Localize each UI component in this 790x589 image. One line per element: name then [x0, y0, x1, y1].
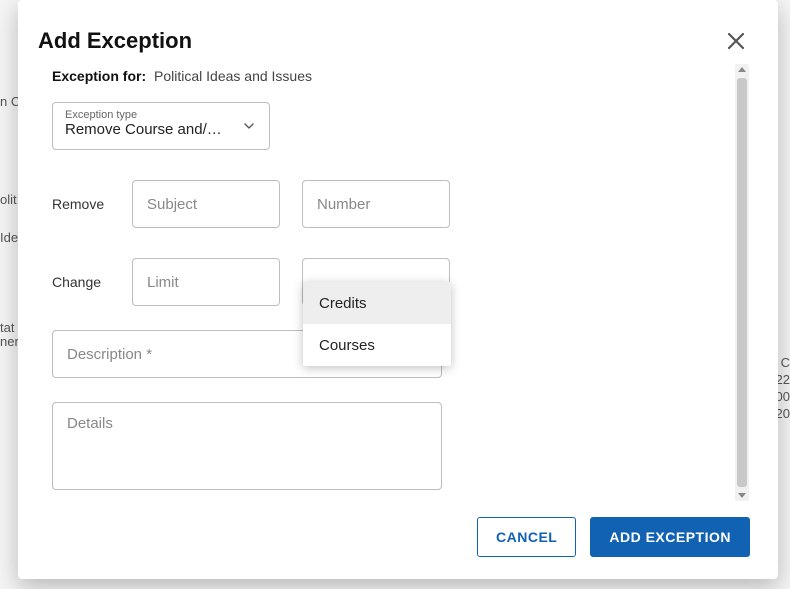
modal-body-wrap: Exception for: Political Ideas and Issue…: [18, 62, 778, 503]
exception-type-value: Remove Course and/…: [65, 121, 229, 138]
exception-for-value: Political Ideas and Issues: [154, 68, 312, 84]
bg-fragment: tat: [0, 320, 14, 335]
bg-fragment: ner: [0, 334, 19, 349]
bg-fragment: olit: [0, 192, 17, 207]
scrollbar[interactable]: [735, 64, 749, 501]
exception-type-select[interactable]: Exception type Remove Course and/…: [52, 102, 270, 150]
number-placeholder: Number: [317, 196, 370, 213]
modal-footer: Cancel Add Exception: [18, 503, 778, 579]
cancel-button[interactable]: Cancel: [477, 517, 576, 557]
dropdown-option-courses[interactable]: Courses: [303, 324, 451, 366]
remove-row: Remove Subject Number: [52, 180, 732, 228]
add-exception-button[interactable]: Add Exception: [590, 517, 750, 557]
modal-title: Add Exception: [38, 28, 192, 54]
close-icon[interactable]: [724, 29, 748, 53]
details-placeholder: Details: [67, 415, 113, 432]
change-type-dropdown: Credits Courses: [303, 282, 451, 366]
limit-placeholder: Limit: [147, 274, 179, 291]
remove-label: Remove: [52, 196, 110, 212]
bg-fragment: C: [781, 355, 790, 370]
dropdown-option-credits[interactable]: Credits: [303, 282, 451, 324]
subject-placeholder: Subject: [147, 196, 197, 213]
modal-header: Add Exception: [18, 0, 778, 62]
bg-fragment: Ide: [0, 230, 18, 245]
limit-input[interactable]: Limit: [132, 258, 280, 306]
change-label: Change: [52, 274, 110, 290]
exception-for-row: Exception for: Political Ideas and Issue…: [52, 68, 732, 84]
scroll-thumb[interactable]: [737, 78, 747, 487]
chevron-down-icon: [241, 118, 257, 134]
details-textarea[interactable]: Details: [52, 402, 442, 490]
modal-body: Exception for: Political Ideas and Issue…: [52, 62, 732, 503]
subject-input[interactable]: Subject: [132, 180, 280, 228]
number-input[interactable]: Number: [302, 180, 450, 228]
description-placeholder: Description *: [67, 346, 152, 363]
exception-for-label: Exception for:: [52, 68, 146, 84]
exception-type-label: Exception type: [65, 109, 229, 121]
add-exception-modal: Add Exception Exception for: Political I…: [18, 0, 778, 579]
